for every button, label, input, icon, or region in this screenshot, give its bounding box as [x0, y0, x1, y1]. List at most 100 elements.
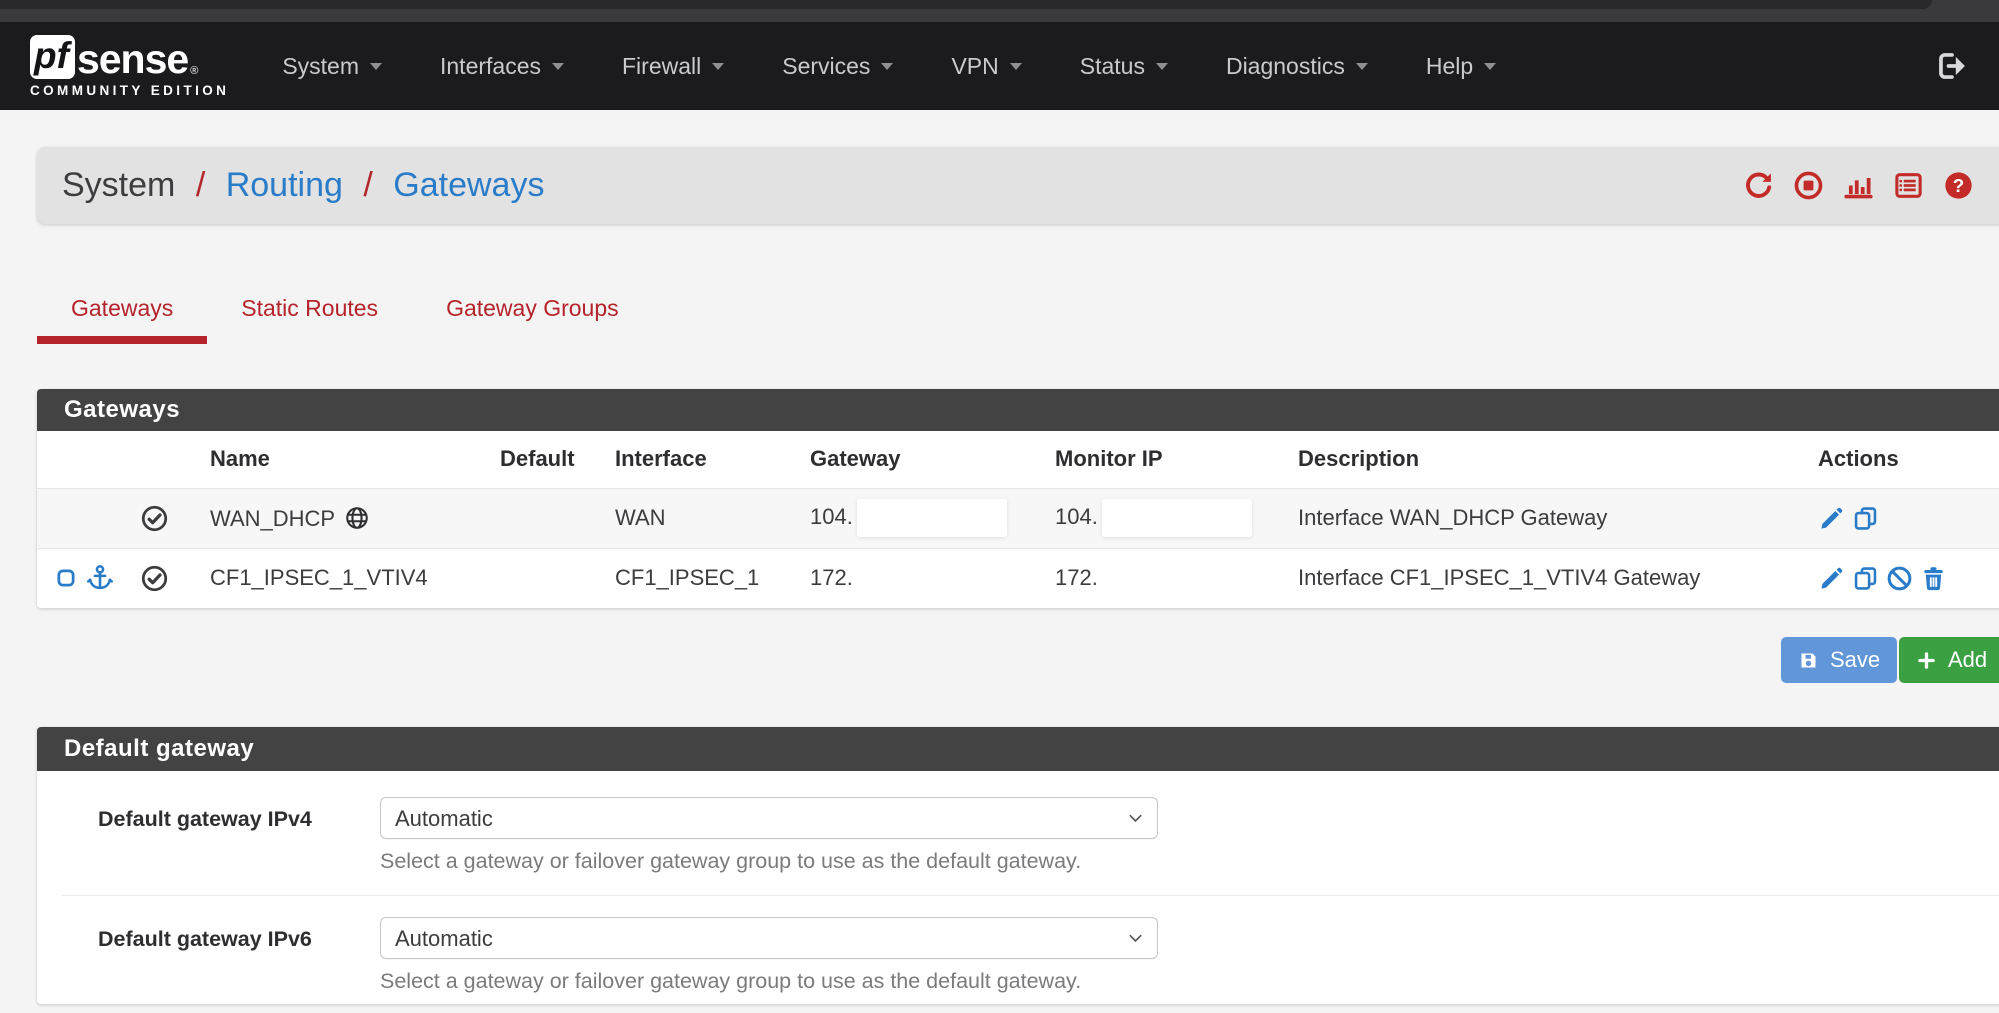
- gateway-ip: 104.: [810, 504, 853, 529]
- chevron-down-icon: [1484, 63, 1496, 70]
- menu-item-interfaces[interactable]: Interfaces: [411, 53, 593, 80]
- top-navbar: pf sense ® COMMUNITY EDITION System Inte…: [0, 22, 1999, 110]
- anchor-icon: [86, 564, 114, 592]
- monitor-ip-cell: 104.: [1047, 488, 1290, 548]
- menu-item-label: Status: [1080, 53, 1145, 80]
- menu-item-label: Firewall: [622, 53, 701, 80]
- save-button[interactable]: Save: [1781, 637, 1897, 683]
- edit-icon[interactable]: [1818, 565, 1845, 592]
- gateway-ip: 172.: [810, 565, 853, 590]
- save-icon: [1798, 650, 1819, 671]
- save-button-label: Save: [1830, 647, 1880, 673]
- tab-bar: Gateways Static Routes Gateway Groups: [37, 281, 1999, 344]
- tab-gateways[interactable]: Gateways: [37, 281, 207, 344]
- description-cell: Interface WAN_DHCP Gateway: [1290, 488, 1810, 548]
- menu-item-label: System: [282, 53, 359, 80]
- redaction-box: [1102, 499, 1252, 537]
- breadcrumb-link-routing[interactable]: Routing: [226, 166, 343, 204]
- check-circle-icon: [140, 564, 169, 593]
- gateway-name-cell: WAN_DHCP: [202, 488, 492, 548]
- default-gateway-ipv4-select-wrap: Automatic: [380, 797, 1158, 839]
- form-divider: [62, 895, 1999, 896]
- menu-item-help[interactable]: Help: [1397, 53, 1525, 80]
- redaction-box: [857, 499, 1007, 537]
- menu-item-services[interactable]: Services: [753, 53, 922, 80]
- gateway-name-cell: CF1_IPSEC_1_VTIV4: [202, 548, 492, 608]
- menu-item-diagnostics[interactable]: Diagnostics: [1197, 53, 1397, 80]
- tab-gateway-groups[interactable]: Gateway Groups: [412, 281, 653, 344]
- refresh-icon[interactable]: [1743, 170, 1774, 201]
- gateway-ip-cell: 172.: [802, 548, 1047, 608]
- status-cell: [132, 548, 202, 608]
- default-gateway-ipv4-select[interactable]: Automatic: [380, 797, 1158, 839]
- default-cell: [492, 488, 607, 548]
- delete-icon[interactable]: [1920, 565, 1947, 592]
- breadcrumb-link-gateways[interactable]: Gateways: [393, 166, 544, 204]
- table-actions-row: Save Add: [37, 637, 1999, 683]
- pfsense-logo-name: sense: [77, 39, 188, 79]
- chevron-down-icon: [881, 63, 893, 70]
- copy-icon[interactable]: [1852, 505, 1879, 532]
- column-monitor-ip: Monitor IP: [1047, 431, 1290, 488]
- checkbox-icon[interactable]: [55, 567, 77, 589]
- edit-icon[interactable]: [1818, 505, 1845, 532]
- menu-item-firewall[interactable]: Firewall: [593, 53, 753, 80]
- column-default: Default: [492, 431, 607, 488]
- chevron-down-icon: [1010, 63, 1022, 70]
- chevron-down-icon: [552, 63, 564, 70]
- bar-chart-icon[interactable]: [1843, 170, 1874, 201]
- pfsense-logo[interactable]: pf sense ® COMMUNITY EDITION: [30, 35, 229, 98]
- default-gateway-panel: Default gateway Default gateway IPv4 Aut…: [37, 727, 1999, 1004]
- pfsense-logo-mark: pf: [30, 35, 75, 79]
- default-gateway-ipv6-select[interactable]: Automatic: [380, 917, 1158, 959]
- page-content: System / Routing / Gateways: [37, 147, 1999, 1004]
- column-gateway: Gateway: [802, 431, 1047, 488]
- breadcrumb-section: System: [62, 166, 175, 204]
- menu-item-label: Services: [782, 53, 870, 80]
- monitor-ip: 172.: [1055, 565, 1098, 590]
- tab-static-routes[interactable]: Static Routes: [207, 281, 412, 344]
- pfsense-gateways-page: { "navbar": { "brand": { "mark": "pf", "…: [0, 0, 1999, 1013]
- actions-cell: [1810, 548, 1999, 608]
- menu-item-status[interactable]: Status: [1051, 53, 1197, 80]
- pfsense-logo-row: pf sense ®: [30, 35, 229, 79]
- disable-icon[interactable]: [1886, 565, 1913, 592]
- sign-out-icon[interactable]: [1935, 49, 1969, 83]
- form-row-ipv4: Default gateway IPv4 Automatic Select a …: [37, 797, 1999, 874]
- svg-text:?: ?: [1953, 175, 1964, 196]
- window-top-strip: [0, 0, 1999, 22]
- column-row-icons: [37, 431, 132, 488]
- description-cell: Interface CF1_IPSEC_1_VTIV4 Gateway: [1290, 548, 1810, 608]
- copy-icon[interactable]: [1852, 565, 1879, 592]
- table-row: WAN_DHCP WAN 104. 104. Interface WAN_DHC…: [37, 488, 1999, 548]
- menu-item-system[interactable]: System: [253, 53, 411, 80]
- column-interface: Interface: [607, 431, 802, 488]
- stop-circle-icon[interactable]: [1793, 170, 1824, 201]
- monitor-ip: 104.: [1055, 504, 1098, 529]
- default-cell: [492, 548, 607, 608]
- globe-icon: [344, 505, 370, 531]
- add-button-label: Add: [1948, 647, 1987, 673]
- interface-cell: CF1_IPSEC_1: [607, 548, 802, 608]
- plus-icon: [1916, 650, 1937, 671]
- chevron-down-icon: [1156, 63, 1168, 70]
- list-icon[interactable]: [1893, 170, 1924, 201]
- monitor-ip-cell: 172.: [1047, 548, 1290, 608]
- menu-item-label: VPN: [951, 53, 998, 80]
- registered-mark: ®: [190, 65, 198, 77]
- main-menu: System Interfaces Firewall Services VPN …: [253, 53, 1525, 80]
- status-cell: [132, 488, 202, 548]
- help-icon[interactable]: ?: [1943, 170, 1974, 201]
- gateways-panel: Gateways Name Default Interface Gateway …: [37, 389, 1999, 608]
- default-gateway-ipv4-help: Select a gateway or failover gateway gro…: [380, 849, 1158, 874]
- default-gateway-panel-title: Default gateway: [37, 727, 1999, 771]
- add-button[interactable]: Add: [1899, 637, 1999, 683]
- column-actions: Actions: [1810, 431, 1999, 488]
- breadcrumb-trail: System / Routing / Gateways: [62, 166, 544, 205]
- menu-item-vpn[interactable]: VPN: [922, 53, 1050, 80]
- default-gateway-ipv6-select-wrap: Automatic: [380, 917, 1158, 959]
- row-leading-icons: [37, 488, 132, 548]
- menu-item-label: Help: [1426, 53, 1473, 80]
- breadcrumb-separator: /: [196, 166, 205, 204]
- column-name: Name: [202, 431, 492, 488]
